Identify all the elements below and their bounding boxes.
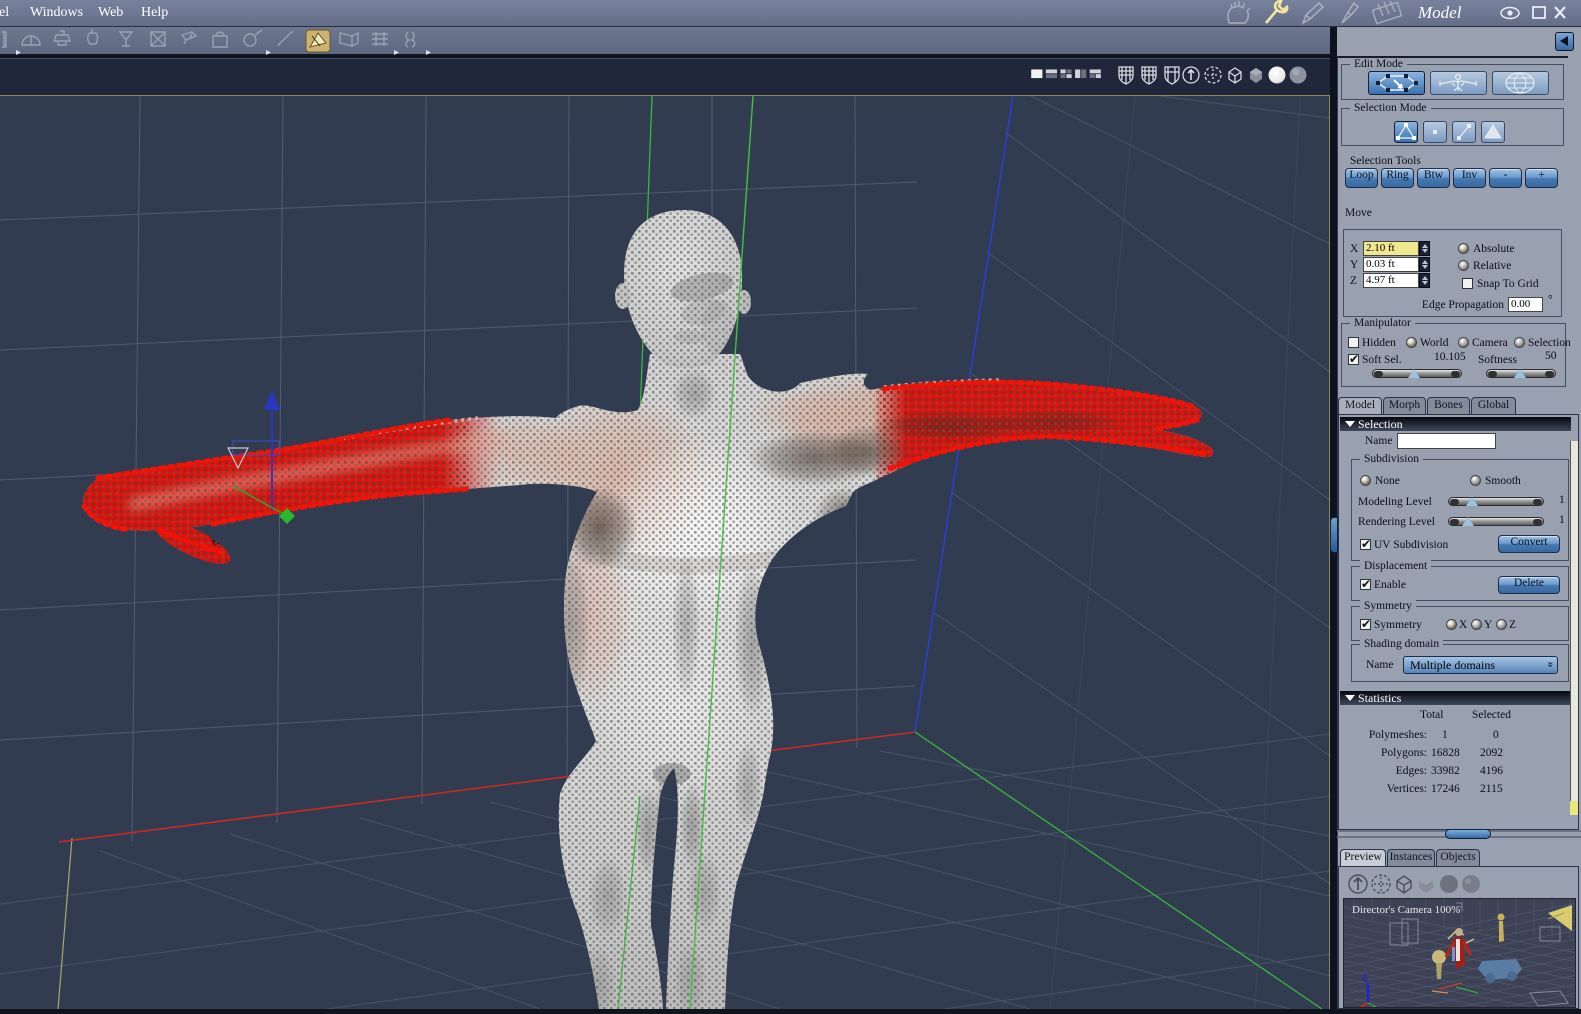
- svg-text:Director's Camera 100%: Director's Camera 100%: [1352, 904, 1460, 916]
- svg-text:Z: Z: [1362, 973, 1368, 983]
